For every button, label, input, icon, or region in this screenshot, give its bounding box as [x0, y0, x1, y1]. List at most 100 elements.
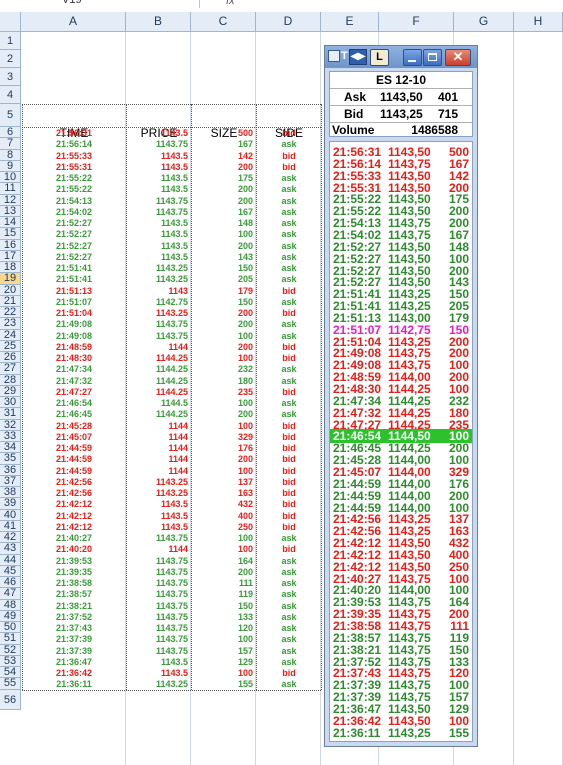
- trade-price-cell[interactable]: 1144.25: [127, 409, 188, 419]
- trade-time-cell[interactable]: 21:51:41: [22, 263, 126, 273]
- trade-size-cell[interactable]: 232: [192, 364, 253, 374]
- trade-size-cell[interactable]: 150: [192, 297, 253, 307]
- trade-price-cell[interactable]: 1144: [127, 544, 188, 554]
- trade-side-cell[interactable]: bid: [257, 353, 321, 363]
- trade-size-cell[interactable]: 119: [192, 589, 253, 599]
- trade-time-cell[interactable]: 21:49:08: [22, 319, 126, 329]
- trade-side-cell[interactable]: ask: [257, 533, 321, 543]
- column-header-b[interactable]: B: [126, 12, 191, 31]
- trade-size-cell[interactable]: 167: [192, 207, 253, 217]
- row-header-1[interactable]: 1: [0, 32, 21, 50]
- trade-price-cell[interactable]: 1143.25: [127, 488, 188, 498]
- trade-time-cell[interactable]: 21:46:45: [22, 409, 126, 419]
- trade-size-cell[interactable]: 100: [192, 331, 253, 341]
- trade-price-cell[interactable]: 1143.75: [127, 331, 188, 341]
- row-header-23[interactable]: 23: [0, 317, 21, 330]
- trade-price-cell[interactable]: 1143.75: [127, 646, 188, 656]
- column-header-a[interactable]: A: [21, 12, 126, 31]
- trade-time-cell[interactable]: 21:52:27: [22, 218, 126, 228]
- trade-time-cell[interactable]: 21:45:07: [22, 432, 126, 442]
- trade-price-cell[interactable]: 1143.75: [127, 578, 188, 588]
- trade-side-cell[interactable]: ask: [257, 376, 321, 386]
- trade-price-cell[interactable]: 1143.25: [127, 477, 188, 487]
- trade-side-cell[interactable]: ask: [257, 556, 321, 566]
- trade-time-cell[interactable]: 21:36:42: [22, 668, 126, 678]
- trade-side-cell[interactable]: bid: [257, 522, 321, 532]
- trade-price-cell[interactable]: 1143.5: [127, 218, 188, 228]
- trade-size-cell[interactable]: 100: [192, 634, 253, 644]
- trade-time-cell[interactable]: 21:42:12: [22, 499, 126, 509]
- trade-price-cell[interactable]: 1143.25: [127, 679, 188, 689]
- trade-price-cell[interactable]: 1143.75: [127, 196, 188, 206]
- trade-side-cell[interactable]: ask: [257, 398, 321, 408]
- trade-side-cell[interactable]: ask: [257, 184, 321, 194]
- trade-size-cell[interactable]: 200: [192, 308, 253, 318]
- trade-side-cell[interactable]: bid: [257, 544, 321, 554]
- trade-time-cell[interactable]: 21:37:39: [22, 634, 126, 644]
- row-header-7[interactable]: 7: [0, 137, 21, 150]
- trade-time-cell[interactable]: 21:44:59: [22, 466, 126, 476]
- trade-size-cell[interactable]: 205: [192, 274, 253, 284]
- trade-side-cell[interactable]: ask: [257, 646, 321, 656]
- trade-time-cell[interactable]: 21:45:28: [22, 421, 126, 431]
- column-header-e[interactable]: E: [321, 12, 379, 31]
- trade-size-cell[interactable]: 432: [192, 499, 253, 509]
- trade-side-cell[interactable]: ask: [257, 567, 321, 577]
- trade-side-cell[interactable]: bid: [257, 488, 321, 498]
- trade-size-cell[interactable]: 148: [192, 218, 253, 228]
- trade-price-cell[interactable]: 1144: [127, 466, 188, 476]
- trade-side-cell[interactable]: ask: [257, 679, 321, 689]
- trade-side-cell[interactable]: ask: [257, 331, 321, 341]
- column-header-f[interactable]: F: [379, 12, 454, 31]
- row-header-27[interactable]: 27: [0, 362, 21, 375]
- row-header-47[interactable]: 47: [0, 587, 21, 600]
- trade-side-cell[interactable]: bid: [257, 443, 321, 453]
- trade-time-cell[interactable]: 21:39:53: [22, 556, 126, 566]
- trade-price-cell[interactable]: 1144: [127, 432, 188, 442]
- column-header-c[interactable]: C: [191, 12, 256, 31]
- trade-size-cell[interactable]: 155: [192, 679, 253, 689]
- trade-time-cell[interactable]: 21:40:20: [22, 544, 126, 554]
- trade-time-cell[interactable]: 21:47:27: [22, 387, 126, 397]
- trade-time-cell[interactable]: 21:51:04: [22, 308, 126, 318]
- trade-price-cell[interactable]: 1142.75: [127, 297, 188, 307]
- trade-size-cell[interactable]: 500: [192, 128, 253, 138]
- window-title-bar[interactable]: T ◀▶ L ✕: [325, 46, 477, 68]
- trade-size-cell[interactable]: 100: [192, 398, 253, 408]
- trade-size-cell[interactable]: 142: [192, 151, 253, 161]
- trade-size-cell[interactable]: 176: [192, 443, 253, 453]
- trade-time-cell[interactable]: 21:42:56: [22, 477, 126, 487]
- trade-time-cell[interactable]: 21:56:14: [22, 139, 126, 149]
- trade-price-cell[interactable]: 1143.25: [127, 263, 188, 273]
- trade-size-cell[interactable]: 179: [192, 286, 253, 296]
- trade-size-cell[interactable]: 329: [192, 432, 253, 442]
- l-button[interactable]: L: [370, 49, 389, 66]
- trade-side-cell[interactable]: bid: [257, 286, 321, 296]
- trade-size-cell[interactable]: 180: [192, 376, 253, 386]
- trade-price-cell[interactable]: 1143.5: [127, 151, 188, 161]
- trade-size-cell[interactable]: 235: [192, 387, 253, 397]
- trade-side-cell[interactable]: bid: [257, 466, 321, 476]
- trade-time-cell[interactable]: 21:55:31: [22, 162, 126, 172]
- trade-size-cell[interactable]: 200: [192, 241, 253, 251]
- trade-size-cell[interactable]: 150: [192, 601, 253, 611]
- trade-price-cell[interactable]: 1143.5: [127, 128, 188, 138]
- trade-time-cell[interactable]: 21:52:27: [22, 229, 126, 239]
- trade-time-cell[interactable]: 21:51:07: [22, 297, 126, 307]
- trade-side-cell[interactable]: ask: [257, 634, 321, 644]
- trade-time-cell[interactable]: 21:37:43: [22, 623, 126, 633]
- trade-side-cell[interactable]: ask: [257, 196, 321, 206]
- trade-time-cell[interactable]: 21:38:58: [22, 578, 126, 588]
- trade-side-cell[interactable]: ask: [257, 252, 321, 262]
- trade-price-cell[interactable]: 1143.5: [127, 241, 188, 251]
- trade-price-cell[interactable]: 1143.75: [127, 623, 188, 633]
- trade-size-cell[interactable]: 200: [192, 342, 253, 352]
- trade-price-cell[interactable]: 1143.75: [127, 533, 188, 543]
- trade-side-cell[interactable]: ask: [257, 612, 321, 622]
- trade-price-cell[interactable]: 1143.5: [127, 499, 188, 509]
- trade-time-cell[interactable]: 21:51:41: [22, 274, 126, 284]
- trade-side-cell[interactable]: ask: [257, 364, 321, 374]
- trade-side-cell[interactable]: ask: [257, 319, 321, 329]
- row-header-3[interactable]: 3: [0, 68, 21, 86]
- row-header-31[interactable]: 31: [0, 407, 21, 420]
